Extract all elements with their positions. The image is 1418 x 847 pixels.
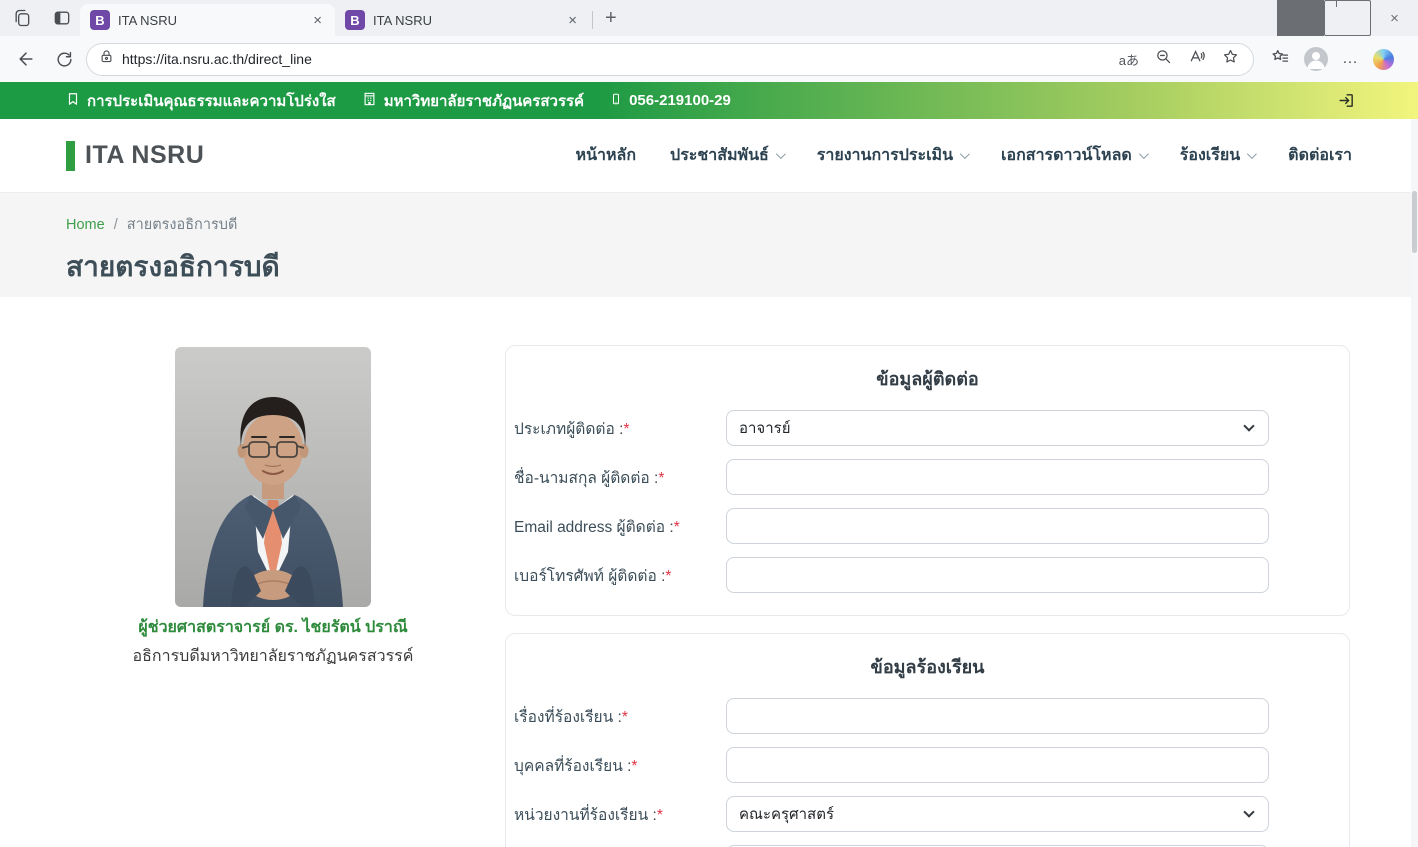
- nav-assessment-reports[interactable]: รายงานการประเมิน: [817, 143, 967, 168]
- nav-downloads[interactable]: เอกสารดาวน์โหลด: [1001, 143, 1146, 168]
- settings-more-icon[interactable]: …: [1342, 50, 1359, 68]
- url-text[interactable]: https://ita.nsru.ac.th/direct_line: [122, 51, 1111, 67]
- complaint-subject-input[interactable]: [726, 698, 1269, 734]
- contact-phone-input[interactable]: [726, 557, 1269, 593]
- tab-title: ITA NSRU: [373, 13, 557, 28]
- browser-toolbar: https://ita.nsru.ac.th/direct_line aあ: [0, 36, 1418, 82]
- back-icon[interactable]: [10, 43, 42, 75]
- required-asterisk: *: [622, 709, 628, 726]
- bookmark-icon: [66, 91, 80, 111]
- browser-tab-active[interactable]: B ITA NSRU ×: [80, 4, 335, 36]
- chancellor-position: อธิการบดีมหาวิทยาลัยราชภัฏนครสวรรค์: [66, 644, 480, 669]
- required-asterisk: *: [674, 519, 680, 536]
- field-label: บุคคลที่ร้องเรียน :*: [514, 753, 726, 778]
- form-row-complaint-department: หน่วยงานที่ร้องเรียน :* คณะครุศาสตร์: [514, 796, 1341, 832]
- scrollbar-thumb[interactable]: [1412, 191, 1417, 253]
- contact-card-title: ข้อมูลผู้ติดต่อ: [514, 364, 1341, 393]
- address-bar[interactable]: https://ita.nsru.ac.th/direct_line aあ: [86, 43, 1254, 76]
- workspaces-icon[interactable]: [12, 8, 32, 28]
- translate-icon[interactable]: aあ: [1119, 50, 1139, 69]
- logo-text: ITA NSRU: [85, 141, 204, 170]
- site-logo[interactable]: ITA NSRU: [66, 141, 204, 171]
- close-window-button[interactable]: ×: [1371, 0, 1418, 36]
- form-row-contact-email: Email address ผู้ติดต่อ :*: [514, 508, 1341, 544]
- contact-email-input[interactable]: [726, 508, 1269, 544]
- field-label: ชื่อ-นามสกุล ผู้ติดต่อ :*: [514, 465, 726, 490]
- restore-button[interactable]: [1324, 0, 1371, 36]
- building-icon: [362, 91, 377, 111]
- zoom-out-icon[interactable]: [1155, 48, 1172, 70]
- chevron-down-icon: [776, 149, 786, 159]
- required-asterisk: *: [657, 807, 663, 824]
- topbar-ita-link[interactable]: การประเมินคุณธรรมและความโปร่งใส: [66, 89, 336, 113]
- form-row-contact-type: ประเภทผู้ติดต่อ :* อาจารย์: [514, 410, 1341, 446]
- topbar-phone[interactable]: 056-219100-29: [610, 91, 731, 111]
- form-row-complaint-person: บุคคลที่ร้องเรียน :*: [514, 747, 1341, 783]
- chancellor-name: ผู้ช่วยศาสตราจารย์ ดร. ไชยรัตน์ ปราณี: [66, 615, 480, 640]
- chancellor-profile: ผู้ช่วยศาสตราจารย์ ดร. ไชยรัตน์ ปราณี อธ…: [66, 347, 480, 669]
- chancellor-photo: [175, 347, 371, 607]
- read-aloud-icon[interactable]: [1188, 48, 1206, 70]
- page-title-band: Home / สายตรงอธิการบดี สายตรงอธิการบดี: [0, 193, 1418, 297]
- topbar-university-link[interactable]: มหาวิทยาลัยราชภัฏนครสวรรค์: [362, 89, 584, 113]
- nav-complaints[interactable]: ร้องเรียน: [1180, 143, 1254, 168]
- tab-close-icon[interactable]: ×: [565, 12, 580, 29]
- favorite-star-icon[interactable]: [1222, 48, 1239, 70]
- field-label: หน่วยงานที่ร้องเรียน :*: [514, 802, 726, 827]
- required-asterisk: *: [665, 568, 671, 585]
- contact-type-select[interactable]: อาจารย์: [726, 410, 1269, 446]
- field-label: Email address ผู้ติดต่อ :*: [514, 514, 726, 539]
- forms-column: ข้อมูลผู้ติดต่อ ประเภทผู้ติดต่อ :* อาจาร…: [505, 345, 1350, 847]
- field-label: เรื่องที่ร้องเรียน :*: [514, 704, 726, 729]
- form-row-contact-name: ชื่อ-นามสกุล ผู้ติดต่อ :*: [514, 459, 1341, 495]
- required-asterisk: *: [658, 470, 664, 487]
- profile-avatar[interactable]: [1304, 47, 1328, 71]
- lock-icon[interactable]: [99, 49, 114, 69]
- tab-divider: [592, 11, 593, 29]
- site-header: ITA NSRU หน้าหลัก ประชาสัมพันธ์ รายงานกา…: [0, 119, 1418, 193]
- nav-home[interactable]: หน้าหลัก: [576, 143, 637, 168]
- complaint-info-card: ข้อมูลร้องเรียน เรื่องที่ร้องเรียน :* บุ…: [505, 633, 1350, 847]
- contact-info-card: ข้อมูลผู้ติดต่อ ประเภทผู้ติดต่อ :* อาจาร…: [505, 345, 1350, 616]
- required-asterisk: *: [631, 758, 637, 775]
- complaint-department-select[interactable]: คณะครุศาสตร์: [726, 796, 1269, 832]
- breadcrumb-home-link[interactable]: Home: [66, 217, 105, 233]
- complaint-person-input[interactable]: [726, 747, 1269, 783]
- chevron-down-icon: [1247, 149, 1257, 159]
- top-info-bar: การประเมินคุณธรรมและความโปร่งใส มหาวิทยา…: [0, 82, 1418, 119]
- breadcrumb-current: สายตรงอธิการบดี: [127, 213, 238, 236]
- required-asterisk: *: [623, 421, 629, 438]
- main-content: ผู้ช่วยศาสตราจารย์ ดร. ไชยรัตน์ ปราณี อธ…: [0, 297, 1418, 847]
- nav-contact[interactable]: ติดต่อเรา: [1288, 143, 1352, 168]
- form-row-complaint-subject: เรื่องที่ร้องเรียน :*: [514, 698, 1341, 734]
- tab-title: ITA NSRU: [118, 13, 302, 28]
- browser-tab-inactive[interactable]: B ITA NSRU ×: [335, 4, 590, 36]
- new-tab-button[interactable]: +: [599, 7, 627, 36]
- refresh-icon[interactable]: [48, 43, 80, 75]
- favorites-list-icon[interactable]: [1270, 48, 1290, 71]
- page-title: สายตรงอธิการบดี: [66, 245, 1352, 289]
- contact-name-input[interactable]: [726, 459, 1269, 495]
- tab-actions-icon[interactable]: [52, 8, 72, 28]
- logo-green-bar: [66, 141, 75, 171]
- field-label: ประเภทผู้ติดต่อ :*: [514, 416, 726, 441]
- tab-close-icon[interactable]: ×: [310, 12, 325, 29]
- complaint-card-title: ข้อมูลร้องเรียน: [514, 652, 1341, 681]
- copilot-icon[interactable]: [1373, 49, 1394, 70]
- field-label: เบอร์โทรศัพท์ ผู้ติดต่อ :*: [514, 563, 726, 588]
- site-favicon: B: [90, 10, 110, 30]
- chevron-down-icon: [1139, 149, 1149, 159]
- main-navigation: หน้าหลัก ประชาสัมพันธ์ รายงานการประเมิน …: [576, 143, 1352, 168]
- minimize-button[interactable]: [1277, 0, 1324, 36]
- chevron-down-icon: [960, 149, 970, 159]
- login-icon[interactable]: [1338, 92, 1355, 114]
- breadcrumb: Home / สายตรงอธิการบดี: [66, 213, 1352, 236]
- browser-tab-bar: B ITA NSRU × B ITA NSRU × + ×: [0, 0, 1418, 36]
- page-scrollbar[interactable]: [1411, 119, 1418, 847]
- form-row-contact-phone: เบอร์โทรศัพท์ ผู้ติดต่อ :*: [514, 557, 1341, 593]
- phone-icon: [610, 91, 622, 111]
- breadcrumb-separator: /: [114, 217, 118, 233]
- site-favicon: B: [345, 10, 365, 30]
- nav-news[interactable]: ประชาสัมพันธ์: [670, 143, 783, 168]
